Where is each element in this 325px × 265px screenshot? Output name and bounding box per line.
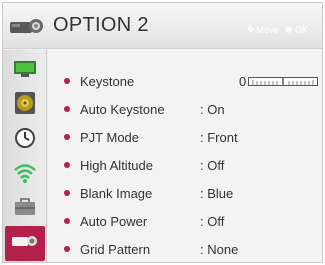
page-title: OPTION 2: [53, 14, 149, 36]
bullet-icon: [64, 162, 70, 168]
keystone-control[interactable]: 0: [239, 73, 319, 89]
setting-value: : On: [200, 101, 225, 117]
tab-network[interactable]: [7, 160, 43, 190]
setting-value: : Off: [200, 213, 225, 229]
wifi-network-icon: [13, 162, 37, 189]
briefcase-option-icon: [13, 197, 37, 222]
setting-label: Keystone: [80, 73, 135, 89]
grid-pattern-row[interactable]: Grid Pattern : None: [48, 239, 322, 259]
projector-icon: [9, 15, 45, 37]
ok-hint-label: OK: [294, 24, 308, 35]
bullet-icon: [64, 78, 70, 84]
move-hint: ✥ Move: [247, 24, 279, 35]
tab-option-2[interactable]: [5, 226, 45, 261]
tab-option[interactable]: [7, 194, 43, 224]
ok-button-icon: ◉: [285, 24, 293, 34]
tab-audio[interactable]: [7, 90, 43, 120]
menu-header: OPTION 2 ✥ Move ◉ OK: [3, 3, 322, 49]
setting-label: Auto Keystone: [80, 101, 165, 117]
projector-icon: [11, 232, 39, 255]
auto-keystone-row[interactable]: Auto Keystone : On: [48, 99, 322, 119]
move-hint-label: Move: [256, 24, 279, 35]
category-sidebar: [3, 50, 47, 262]
setting-label: High Altitude: [80, 157, 153, 173]
keystone-row[interactable]: Keystone 0: [48, 71, 322, 91]
option-2-menu: OPTION 2 ✥ Move ◉ OK Keystone 0 Auto Key…: [2, 2, 323, 263]
blank-image-row[interactable]: Blank Image : Blue: [48, 183, 322, 203]
bullet-icon: [64, 134, 70, 140]
setting-value: : Off: [200, 157, 225, 173]
clock-icon: [14, 127, 36, 154]
bullet-icon: [64, 246, 70, 252]
audio-speaker-icon: [14, 91, 36, 120]
setting-label: Blank Image: [80, 185, 153, 201]
pjt-mode-row[interactable]: PJT Mode : Front: [48, 127, 322, 147]
bullet-icon: [64, 106, 70, 112]
option-2-settings: Keystone 0 Auto Keystone: On PJT Mode:…: [48, 50, 322, 262]
setting-label: Grid Pattern: [80, 241, 151, 257]
tab-picture[interactable]: [7, 56, 43, 86]
setting-value: : Blue: [200, 185, 234, 201]
setting-value: : Front: [200, 129, 238, 145]
auto-power-row[interactable]: Auto Power : Off: [48, 211, 322, 231]
picture-icon: [13, 59, 37, 84]
bullet-icon: [64, 190, 70, 196]
setting-label: PJT Mode: [80, 129, 140, 145]
ok-hint: ◉ OK: [285, 24, 308, 35]
setting-value: : None: [200, 241, 239, 257]
keystone-value: 0: [239, 73, 247, 89]
keystone-slider[interactable]: [248, 76, 319, 86]
tab-time[interactable]: [7, 125, 43, 155]
high-altitude-row[interactable]: High Altitude : Off: [48, 155, 322, 175]
bullet-icon: [64, 218, 70, 224]
move-arrows-icon: ✥: [247, 24, 255, 34]
setting-label: Auto Power: [80, 213, 148, 229]
